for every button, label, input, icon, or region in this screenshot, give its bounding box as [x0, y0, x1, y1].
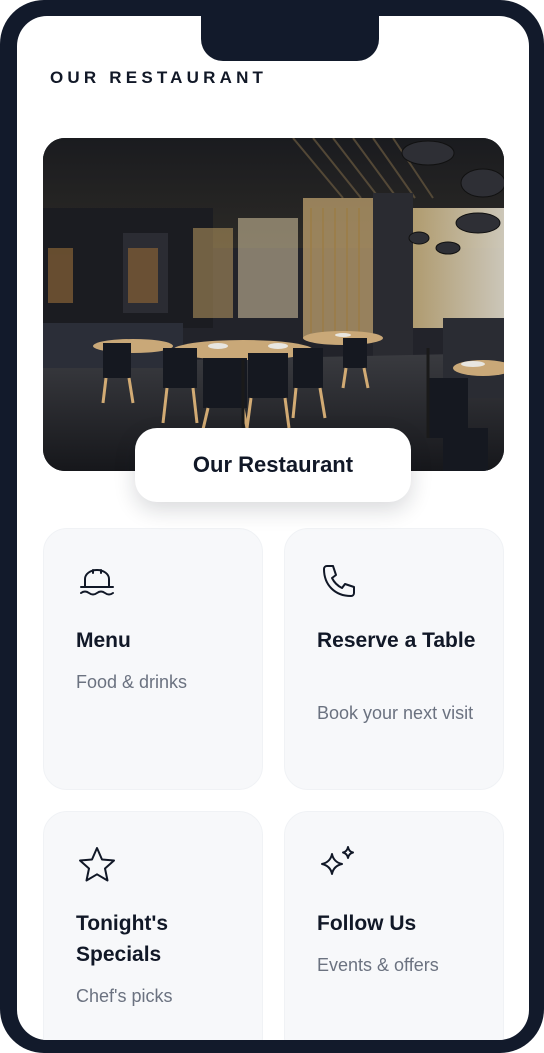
device-notch	[201, 16, 379, 61]
hero-image	[43, 138, 504, 471]
specials-card-title: Tonight's Specials	[76, 912, 169, 966]
follow-us-card[interactable]: Follow Us Events & offers	[284, 811, 504, 1040]
menu-card-title: Menu	[76, 629, 131, 652]
menu-card[interactable]: Menu Food & drinks	[43, 528, 263, 790]
follow-card-subtitle: Events & offers	[317, 955, 439, 975]
cloche-icon	[76, 561, 118, 603]
page-title: OUR RESTAURANT	[50, 68, 268, 87]
follow-card-title: Follow Us	[317, 912, 417, 935]
tonights-specials-card[interactable]: Tonight's Specials Chef's picks	[43, 811, 263, 1040]
specials-card-subtitle: Chef's picks	[76, 986, 173, 1006]
restaurant-interior-photo	[43, 138, 504, 471]
reserve-table-card[interactable]: Reserve a Table Book your next visit	[284, 528, 504, 790]
hero-label[interactable]: Our Restaurant	[135, 428, 411, 502]
phone-icon	[317, 561, 359, 603]
app-screen: OUR RESTAURANT Our Restaurant Menu Food …	[17, 16, 529, 1040]
reserve-card-subtitle: Book your next visit	[317, 703, 474, 723]
menu-card-subtitle: Food & drinks	[76, 672, 188, 692]
star-icon	[76, 844, 118, 886]
reserve-card-title: Reserve a Table	[317, 629, 476, 652]
sparkles-icon	[317, 844, 359, 886]
